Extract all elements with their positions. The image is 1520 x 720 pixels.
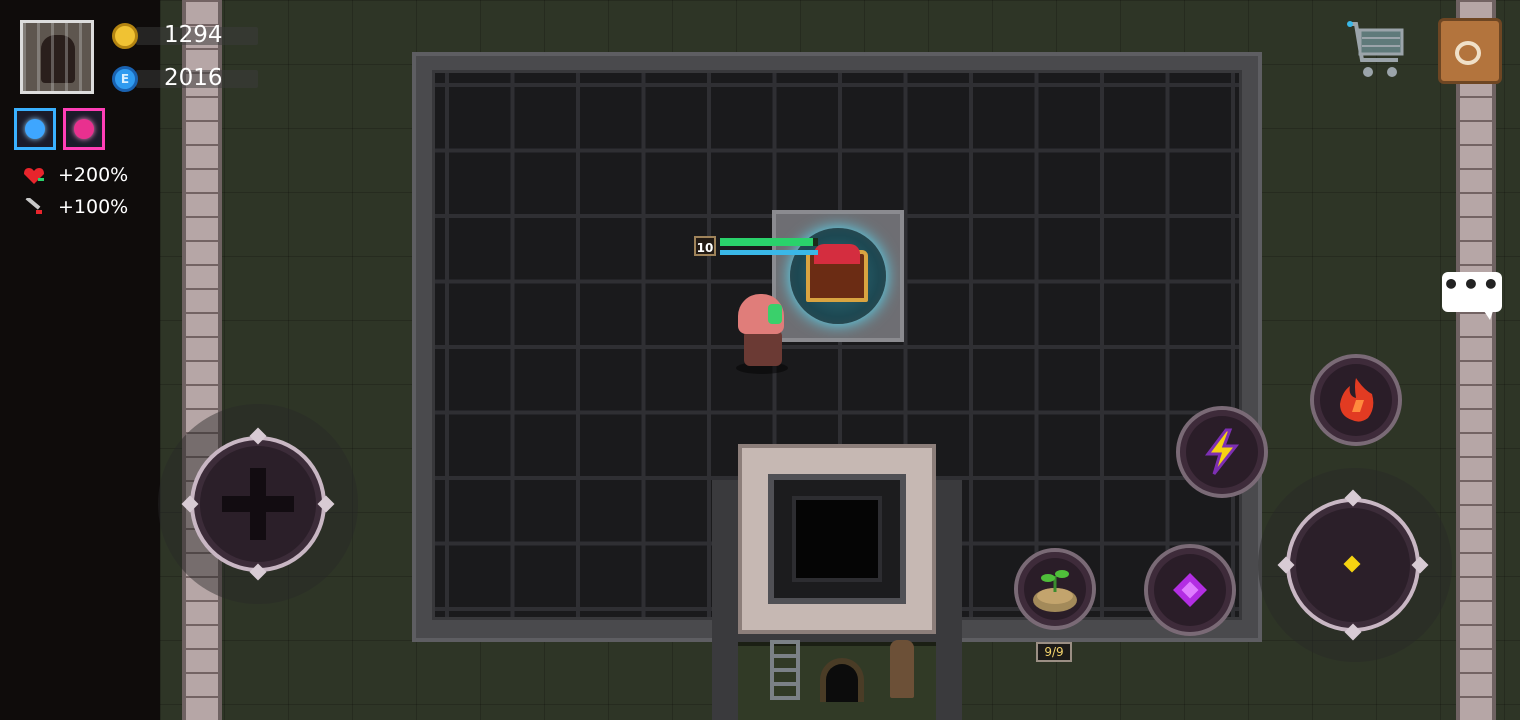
fire-skill-button[interactable]: [1310, 354, 1402, 446]
treasure-chest[interactable]: [806, 244, 868, 302]
lightning-skill-button[interactable]: [1176, 406, 1268, 498]
sword-icon: [25, 198, 42, 214]
blue-orb-glyph: [25, 119, 45, 139]
gold-coin-icon: [112, 23, 138, 49]
blue-orb-buff-icon[interactable]: [14, 108, 56, 150]
avatar-bars: [23, 23, 91, 91]
lightning-skill-icon: [1205, 428, 1240, 475]
player-level-badge: 10: [694, 236, 716, 256]
gem-amount: 2016: [164, 65, 223, 91]
left-stone-wall: [182, 0, 222, 720]
ladder: [770, 640, 800, 700]
right-stone-wall: [1456, 0, 1496, 720]
player-mp-fill: [720, 250, 818, 255]
attack-bonus: +100%: [58, 196, 129, 218]
heart-icon: [24, 168, 44, 184]
health-bonus: +200%: [58, 164, 129, 186]
purple-gem-skill-icon: [1173, 573, 1207, 607]
item-slot-button[interactable]: [1014, 548, 1096, 630]
gold-amount: 1294: [164, 22, 223, 48]
player-mp-bar: [720, 250, 818, 255]
player-body: [744, 330, 782, 366]
dpad-cross-icon: [222, 468, 294, 540]
gem-icon: E: [112, 66, 138, 92]
archway-door: [820, 658, 864, 702]
pink-skull-glyph: [74, 119, 94, 139]
backpack-icon[interactable]: [1438, 18, 1502, 84]
purple-gem-skill-button[interactable]: [1144, 544, 1236, 636]
chest-lid: [814, 244, 860, 264]
player-avatar[interactable]: [20, 20, 94, 94]
player-headband: [768, 304, 782, 324]
chat-dots: •••: [1442, 268, 1502, 301]
pink-skull-buff-icon[interactable]: [63, 108, 105, 150]
shopping-cart-icon[interactable]: [1346, 20, 1408, 82]
player-hp-fill: [720, 238, 814, 246]
statue-npc: [890, 640, 914, 698]
chat-bubble-icon[interactable]: •••: [1442, 268, 1502, 320]
player-character: [734, 294, 790, 374]
portal-pit-core: [792, 496, 882, 582]
player-hp-bar: [720, 238, 818, 246]
item-count-badge: 9/9: [1036, 642, 1072, 662]
sprout-pot-item-icon: [1033, 570, 1077, 612]
fire-skill-icon: [1340, 378, 1374, 422]
